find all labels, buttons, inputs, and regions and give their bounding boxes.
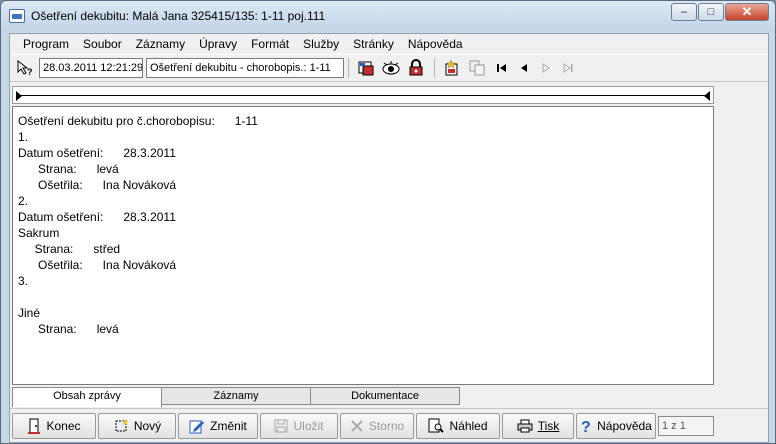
ulozit-button[interactable]: Uložit (260, 412, 338, 439)
menu-napoveda[interactable]: Nápověda (401, 37, 470, 51)
right-indent-marker[interactable] (704, 91, 710, 101)
help-icon: ? (580, 418, 592, 434)
eye-icon[interactable] (380, 57, 402, 79)
menu-bar: Program Soubor Záznamy Úpravy Formát Slu… (10, 34, 768, 54)
doc-line: Ošetřila: Ina Nováková (18, 258, 177, 272)
patient-card-icon[interactable] (355, 57, 377, 79)
doc-line: Strana: levá (18, 322, 119, 336)
copy-icon[interactable] (466, 57, 488, 79)
doc-line: Ošetření dekubitu pro č.chorobopisu: 1-1… (18, 114, 258, 128)
toolbar-separator (434, 58, 435, 78)
novy-button[interactable]: Nový (98, 412, 176, 439)
app-window: Ošetření dekubitu: Malá Jana 325415/135:… (0, 0, 776, 444)
konec-label: Konec (46, 418, 81, 433)
menu-zaznamy[interactable]: Záznamy (129, 37, 192, 51)
record-field[interactable]: Ošetření dekubitu - chorobopis.: 1-11 (146, 58, 344, 78)
close-button[interactable]: ✕ (725, 3, 769, 21)
konec-button[interactable]: Konec (12, 412, 96, 439)
edit-icon (189, 418, 205, 434)
tab-obsah-zpravy[interactable]: Obsah zprávy (12, 387, 162, 407)
ulozit-label: Uložit (293, 418, 324, 433)
svg-text:?: ? (581, 419, 591, 434)
toolbar-separator (348, 58, 349, 78)
doc-line: Strana: levá (18, 162, 119, 176)
last-record-icon (557, 57, 579, 79)
report-content[interactable]: Ošetření dekubitu pro č.chorobopisu: 1-1… (12, 106, 714, 385)
save-icon (274, 419, 288, 433)
lock-icon[interactable] (405, 57, 427, 79)
novy-label: Nový (133, 418, 162, 433)
exit-door-icon (27, 418, 41, 434)
nahled-label: Náhled (449, 418, 488, 433)
next-record-icon (535, 57, 557, 79)
doc-line: 2. (18, 194, 29, 208)
maximize-button[interactable]: □ (698, 3, 724, 21)
preview-icon (428, 418, 445, 434)
menu-stranky[interactable]: Stránky (346, 37, 401, 51)
zmenit-button[interactable]: Změnit (178, 412, 258, 439)
zmenit-label: Změnit (210, 418, 247, 433)
printer-icon (517, 419, 533, 433)
napoveda-label: Nápověda (597, 418, 652, 433)
toolbar: ? 28.03.2011 12:21:29 Ošetření dekubitu … (10, 54, 768, 82)
window-controls: – □ ✕ (670, 3, 769, 21)
doc-line: 1. (18, 130, 29, 144)
doc-line: Datum ošetření: 28.3.2011 (18, 146, 176, 160)
help-cursor-icon[interactable]: ? (14, 57, 36, 79)
menu-program[interactable]: Program (16, 37, 76, 51)
doc-line: 3. (18, 274, 29, 288)
storno-label: Storno (368, 418, 405, 433)
tab-zaznamy[interactable]: Záznamy (161, 387, 311, 405)
minimize-button[interactable]: – (671, 3, 697, 21)
left-indent-marker[interactable] (16, 91, 22, 101)
client-area: Program Soubor Záznamy Úpravy Formát Slu… (9, 33, 769, 443)
datetime-field[interactable]: 28.03.2011 12:21:29 (39, 58, 143, 78)
nahled-button[interactable]: Náhled (416, 412, 500, 439)
doc-line: Ošetřila: Ina Nováková (18, 178, 177, 192)
menu-format[interactable]: Formát (244, 37, 296, 51)
napoveda-button[interactable]: ? Nápověda (576, 412, 656, 439)
first-record-icon[interactable] (491, 57, 513, 79)
menu-upravy[interactable]: Úpravy (192, 37, 244, 51)
tisk-label: Tisk (537, 418, 560, 433)
cancel-icon (350, 419, 364, 433)
doc-line: Strana: střed (18, 242, 121, 256)
menu-soubor[interactable]: Soubor (76, 37, 129, 51)
doc-line (18, 289, 708, 305)
ruler-line (19, 95, 707, 96)
tisk-button[interactable]: Tisk (502, 412, 574, 439)
app-icon (9, 9, 25, 23)
action-bar: Konec Nový Změnit Uložit Storno Náhled T… (10, 408, 768, 442)
window-title: Ošetření dekubitu: Malá Jana 325415/135:… (31, 9, 326, 23)
ruler[interactable] (12, 86, 714, 104)
tab-dokumentace[interactable]: Dokumentace (310, 387, 460, 405)
previous-record-icon[interactable] (513, 57, 535, 79)
new-item-icon (113, 418, 129, 434)
title-bar[interactable]: Ošetření dekubitu: Malá Jana 325415/135:… (1, 1, 775, 31)
record-counter: 1 z 1 (658, 415, 714, 436)
svg-text:?: ? (27, 67, 33, 77)
doc-line: Datum ošetření: 28.3.2011 (18, 210, 176, 224)
storno-button[interactable]: Storno (340, 412, 414, 439)
doc-line: Jiné (18, 306, 41, 320)
content-tabs: Obsah zprávy Záznamy Dokumentace (12, 387, 460, 407)
doc-line: Sakrum (18, 226, 60, 240)
new-document-icon[interactable] (441, 57, 463, 79)
menu-sluzby[interactable]: Služby (296, 37, 346, 51)
